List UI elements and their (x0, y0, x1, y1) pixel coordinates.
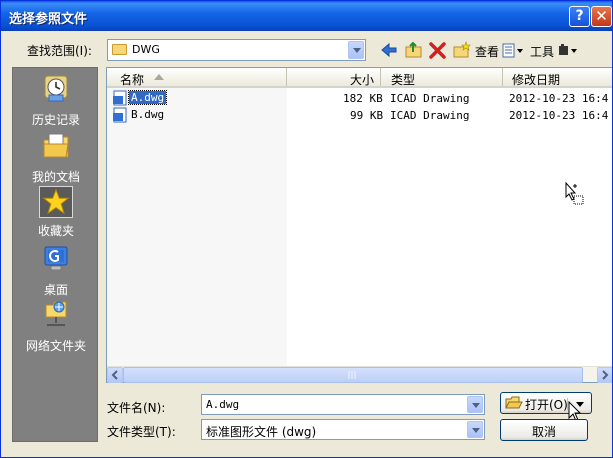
column-header-size[interactable]: 大小 (287, 68, 381, 87)
file-name: A.dwg (127, 90, 168, 105)
column-header-type[interactable]: 类型 (381, 68, 503, 87)
file-modified: 2012-10-23 16:4 (509, 92, 609, 105)
grip-icon (348, 371, 356, 379)
new-folder-button[interactable] (452, 40, 472, 60)
chevron-down-icon[interactable] (467, 421, 483, 438)
scroll-right-button[interactable] (597, 367, 612, 383)
column-header-name[interactable]: 名称 (107, 68, 287, 87)
table-row[interactable]: A.dwg 182 KB ICAD Drawing 2012-10-23 16:… (107, 90, 612, 107)
close-icon: ✕ (595, 7, 608, 25)
tools-icon (559, 44, 577, 55)
table-row[interactable]: B.dwg 99 KB ICAD Drawing 2012-10-23 16:4 (107, 107, 612, 124)
filetype-dropdown[interactable]: 标准图形文件 (dwg) (201, 419, 485, 440)
scroll-left-button[interactable] (107, 367, 123, 383)
filetype-label: 文件类型(T): (107, 425, 176, 439)
delete-x-icon (429, 42, 446, 59)
place-network-folders[interactable]: 网络文件夹 (17, 299, 95, 353)
place-desktop[interactable]: 桌面 (17, 243, 95, 297)
cancel-label: 取消 (531, 425, 556, 439)
up-folder-button[interactable] (404, 40, 424, 60)
back-arrow-icon (381, 42, 397, 58)
lookin-dropdown[interactable]: DWG (107, 39, 366, 61)
place-my-documents[interactable]: 我的文档 (17, 130, 95, 184)
chevron-down-icon[interactable] (467, 396, 483, 413)
chevron-right-icon (602, 370, 609, 380)
dwg-file-icon (113, 90, 127, 106)
file-name: B.dwg (131, 108, 165, 121)
place-label: 桌面 (43, 283, 68, 297)
place-history[interactable]: 历史记录 (17, 73, 95, 127)
scroll-thumb[interactable] (123, 367, 583, 383)
cancel-button[interactable]: 取消 (500, 419, 588, 441)
view-label[interactable]: 查看 (475, 43, 499, 60)
help-icon: ? (575, 8, 584, 24)
history-clock-icon (44, 75, 68, 102)
desktop-icon (44, 246, 68, 271)
chevron-left-icon (111, 370, 118, 380)
open-folder-icon (505, 396, 523, 409)
chevron-down-icon[interactable] (348, 41, 364, 59)
dwg-file-icon (113, 107, 127, 123)
new-folder-icon (453, 41, 471, 58)
lookin-label: 查找范围(I): (27, 44, 92, 58)
open-label: 打开(O) (525, 398, 568, 412)
my-documents-icon (43, 133, 69, 158)
place-label: 网络文件夹 (25, 339, 86, 353)
file-list[interactable]: 名称 大小 类型 修改日期 A.dwg 182 KB ICAD Drawing … (106, 67, 612, 383)
file-type: ICAD Drawing (390, 92, 470, 105)
filetype-value: 标准图形文件 (dwg) (206, 425, 317, 439)
place-favorites[interactable]: 收藏夹 (17, 186, 95, 240)
folder-up-icon (405, 41, 422, 58)
view-list-icon (502, 43, 523, 58)
tools-menu-button[interactable] (556, 40, 582, 60)
horizontal-scrollbar[interactable] (107, 366, 612, 383)
file-dialog: 选择参照文件 ? ✕ 查找范围(I): DWG 查看 工具 历史记录 我的文档 … (0, 0, 613, 458)
back-button[interactable] (379, 40, 399, 60)
column-headers: 名称 大小 类型 修改日期 (107, 68, 612, 88)
filename-value: A.dwg (206, 398, 240, 411)
close-button[interactable]: ✕ (591, 6, 612, 27)
file-type: ICAD Drawing (390, 109, 470, 122)
place-label: 收藏夹 (37, 224, 74, 238)
network-folder-icon (45, 301, 67, 326)
file-size: 182 KB (343, 92, 383, 105)
lookin-value: DWG (132, 43, 160, 56)
title-bar[interactable]: 选择参照文件 ? ✕ (1, 1, 612, 31)
place-label: 我的文档 (31, 170, 80, 184)
places-bar: 历史记录 我的文档 收藏夹 桌面 网络文件夹 (12, 67, 98, 442)
help-button[interactable]: ? (569, 6, 590, 27)
favorites-star-icon (39, 186, 73, 218)
column-header-modified[interactable]: 修改日期 (503, 68, 612, 87)
file-modified: 2012-10-23 16:4 (509, 109, 609, 122)
views-menu-button[interactable] (501, 40, 525, 60)
folder-icon (112, 44, 127, 55)
filename-label: 文件名(N): (107, 401, 166, 415)
window-title: 选择参照文件 (9, 12, 88, 27)
drag-cursor-icon (565, 182, 584, 205)
delete-button[interactable] (428, 40, 448, 60)
tools-label[interactable]: 工具 (530, 43, 554, 60)
sort-ascending-icon (154, 74, 164, 80)
place-label: 历史记录 (31, 113, 80, 127)
filename-input[interactable]: A.dwg (201, 394, 485, 415)
file-size: 99 KB (350, 109, 384, 122)
